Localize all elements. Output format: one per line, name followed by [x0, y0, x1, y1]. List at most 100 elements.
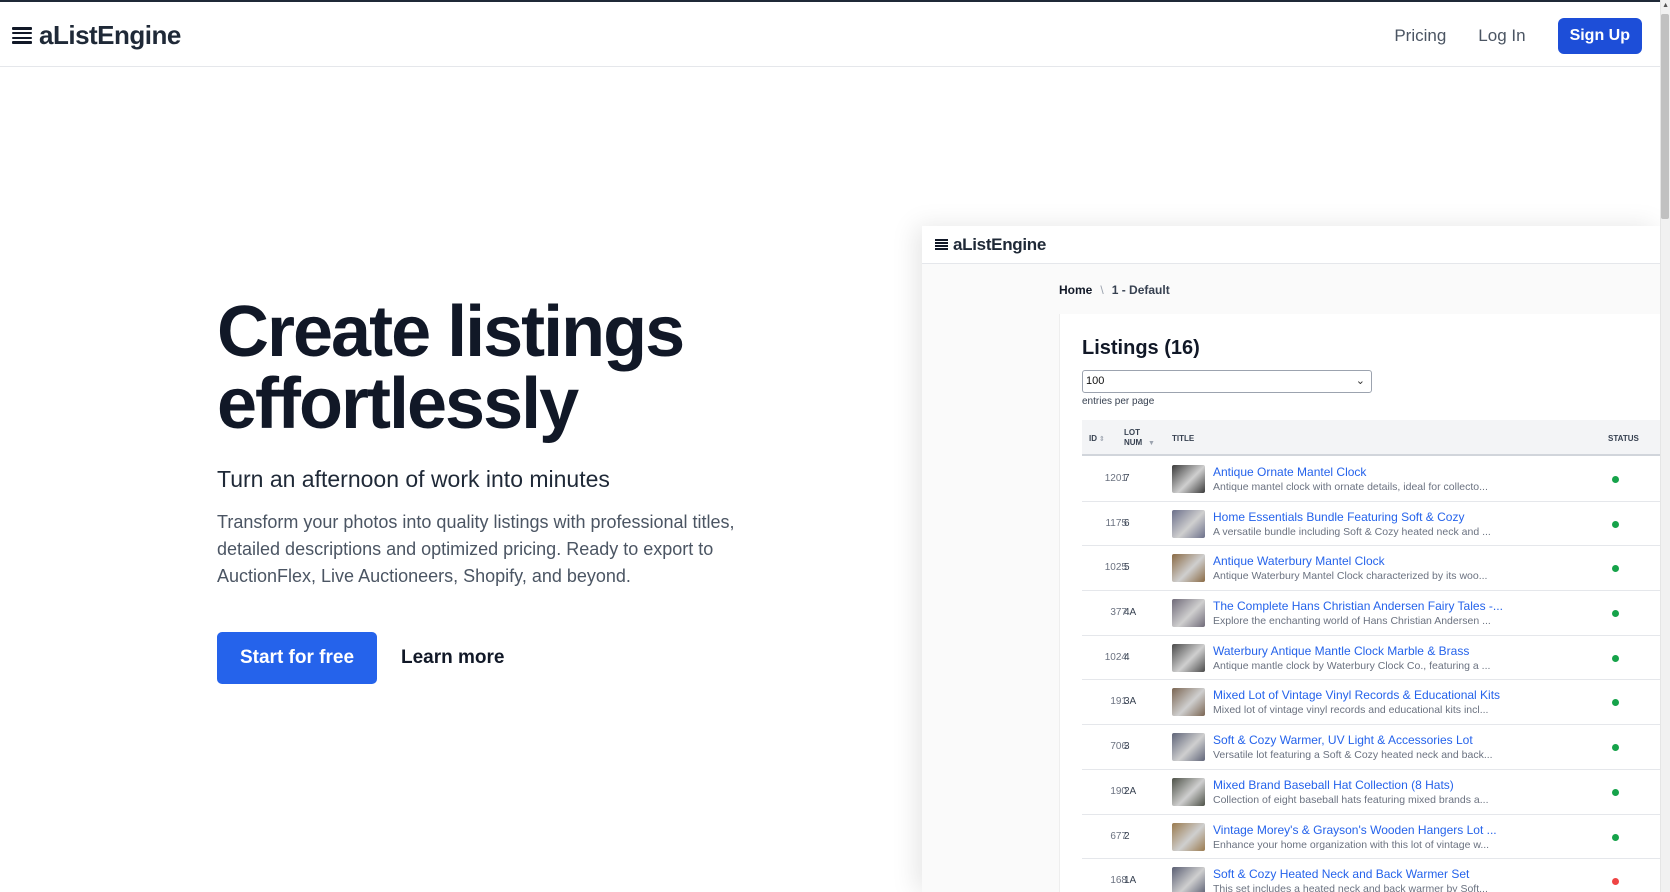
row-description: Antique Waterbury Mantel Clock character… — [1213, 570, 1488, 583]
column-id-label: ID — [1089, 434, 1097, 443]
status-dot-icon — [1612, 610, 1619, 618]
row-lot-num: 1A — [1124, 875, 1137, 887]
table-row[interactable]: 1201 7 Antique Ornate Mantel Clock Antique … — [1082, 457, 1660, 502]
logo-text: aListEngine — [39, 20, 181, 50]
row-title-link[interactable]: Soft & Cozy Warmer, UV Light & Accessori… — [1213, 733, 1473, 747]
row-lot-num: 4 — [1124, 651, 1130, 663]
breadcrumb-home[interactable]: Home — [1059, 283, 1092, 297]
status-dot-icon — [1612, 476, 1619, 483]
row-description: Explore the enchanting world of Hans Chr… — [1213, 615, 1491, 628]
menu-icon — [12, 27, 32, 44]
table-row[interactable]: 706 3 Soft & Cozy Warmer, UV Light & Acces… — [1082, 725, 1660, 770]
entries-select[interactable]: 100 ⌄ — [1082, 370, 1372, 393]
row-title-link[interactable]: Home Essentials Bundle Featuring Soft & … — [1213, 510, 1464, 524]
hero: Create listings effortlessly Turn an aft… — [217, 296, 817, 590]
row-title-link[interactable]: Antique Waterbury Mantel Clock — [1213, 554, 1385, 568]
table-row[interactable]: 190 2A Mixed Brand Baseball Hat Collection… — [1082, 770, 1660, 815]
status-dot-icon — [1612, 833, 1619, 841]
row-title-link[interactable]: Mixed Brand Baseball Hat Collection (8 H… — [1213, 778, 1454, 792]
row-thumbnail[interactable] — [1172, 599, 1205, 628]
row-lot-num: 2 — [1124, 830, 1130, 842]
page-scrollbar[interactable]: ▲ — [1660, 0, 1670, 892]
preview-header: aListEngine — [922, 226, 1660, 264]
column-lot-num[interactable]: LOT NUM ▼ — [1124, 428, 1155, 449]
hero-actions: Start for free Learn more — [217, 632, 504, 684]
row-description: Versatile lot featuring a Soft & Cozy he… — [1213, 749, 1493, 762]
preview-menu-icon — [935, 239, 948, 250]
listings-card: Listings (16) 100 ⌄ entries per page ID ⇕… — [1059, 314, 1660, 892]
table-row[interactable]: 1025 5 Antique Waterbury Mantel Clock Antiq… — [1082, 546, 1660, 592]
row-thumbnail[interactable] — [1172, 733, 1205, 762]
entries-label: entries per page — [1082, 396, 1155, 407]
status-dot-icon — [1612, 520, 1619, 528]
row-thumbnail[interactable] — [1172, 554, 1205, 583]
column-lot-label: LOT NUM — [1124, 428, 1143, 447]
row-thumbnail[interactable] — [1172, 777, 1205, 806]
row-lot-num: 3A — [1124, 696, 1137, 708]
row-lot-num: 4A — [1124, 607, 1137, 619]
scroll-up-icon[interactable]: ▲ — [1662, 2, 1669, 9]
app-preview: aListEngine Home \ 1 - Default Listings … — [922, 226, 1660, 892]
status-dot-icon — [1612, 654, 1619, 662]
table-row[interactable]: 677 2 Vintage Morey's & Grayson's Wooden H… — [1082, 815, 1660, 860]
breadcrumb-current[interactable]: 1 - Default — [1112, 283, 1170, 297]
row-description: Enhance your home organization with this… — [1213, 838, 1490, 851]
row-thumbnail[interactable] — [1172, 509, 1205, 538]
table-header: ID ⇕ LOT NUM ▼ TITLE STATUS — [1082, 420, 1660, 456]
signup-button[interactable]: Sign Up — [1557, 18, 1642, 54]
column-id[interactable]: ID ⇕ — [1089, 434, 1105, 443]
row-lot-num: 6 — [1124, 517, 1130, 529]
row-title-link[interactable]: Antique Ornate Mantel Clock — [1213, 465, 1366, 479]
entries-value: 100 — [1086, 375, 1105, 387]
status-dot-icon — [1612, 565, 1619, 573]
hero-title-line2: effortlessly — [217, 364, 579, 444]
column-status-label: STATUS — [1608, 434, 1639, 443]
row-thumbnail[interactable] — [1172, 643, 1205, 672]
preview-logo-text: aListEngine — [953, 234, 1047, 254]
sort-desc-icon: ▼ — [1148, 440, 1155, 447]
breadcrumb-separator: \ — [1100, 283, 1104, 297]
row-description: Mixed lot of vintage vinyl records and e… — [1213, 704, 1489, 717]
hero-description: Transform your photos into quality listi… — [217, 512, 735, 586]
row-title-link[interactable]: Mixed Lot of Vintage Vinyl Records & Edu… — [1213, 688, 1500, 702]
row-title-link[interactable]: The Complete Hans Christian Andersen Fai… — [1213, 599, 1503, 613]
hero-title: Create listings effortlessly — [217, 296, 817, 440]
nav-links: Pricing Log In Sign Up — [1394, 18, 1642, 54]
row-description: This set includes a heated neck and back… — [1213, 883, 1488, 892]
row-description: A versatile bundle including Soft & Cozy… — [1213, 525, 1491, 538]
learn-more-button[interactable]: Learn more — [401, 647, 504, 669]
sort-icon: ⇕ — [1099, 436, 1105, 443]
navbar: aListEngine Pricing Log In Sign Up — [0, 2, 1660, 67]
start-for-free-button[interactable]: Start for free — [217, 632, 377, 684]
hero-title-line1: Create listings — [217, 292, 685, 372]
column-status[interactable]: STATUS — [1608, 434, 1639, 443]
table-row[interactable]: 1024 4 Waterbury Antique Mantle Clock Marb… — [1082, 636, 1660, 681]
row-thumbnail[interactable] — [1172, 822, 1205, 851]
row-title-link[interactable]: Waterbury Antique Mantle Clock Marble & … — [1213, 644, 1469, 658]
status-dot-icon — [1612, 788, 1619, 796]
chevron-down-icon: ⌄ — [1355, 375, 1365, 387]
breadcrumb: Home \ 1 - Default — [1059, 283, 1170, 297]
pricing-link[interactable]: Pricing — [1394, 26, 1446, 46]
table-row[interactable]: 191 3A Mixed Lot of Vintage Vinyl Records … — [1082, 680, 1660, 726]
row-thumbnail[interactable] — [1172, 867, 1205, 892]
status-dot-icon — [1612, 744, 1619, 752]
row-thumbnail[interactable] — [1172, 465, 1205, 493]
status-dot-icon — [1612, 878, 1619, 886]
status-dot-icon — [1612, 699, 1619, 707]
table-row[interactable]: 1175 6 Home Essentials Bundle Featuring So… — [1082, 502, 1660, 547]
row-lot-num: 7 — [1124, 473, 1130, 484]
login-link[interactable]: Log In — [1478, 26, 1525, 46]
table-row[interactable]: 168 1A Soft & Cozy Heated Neck and Back Wa… — [1082, 859, 1660, 892]
row-description: Antique mantel clock with ornate details… — [1213, 481, 1488, 493]
column-title[interactable]: TITLE — [1172, 434, 1194, 443]
scroll-thumb[interactable] — [1661, 14, 1669, 219]
row-title-link[interactable]: Soft & Cozy Heated Neck and Back Warmer … — [1213, 867, 1469, 881]
column-title-label: TITLE — [1172, 434, 1195, 443]
logo[interactable]: aListEngine — [12, 20, 181, 51]
row-lot-num: 2A — [1124, 785, 1137, 797]
row-thumbnail[interactable] — [1172, 688, 1205, 717]
row-description: Antique mantle clock by Waterbury Clock … — [1213, 659, 1491, 672]
row-title-link[interactable]: Vintage Morey's & Grayson's Wooden Hange… — [1213, 823, 1497, 837]
table-row[interactable]: 377 4A The Complete Hans Christian Anderse… — [1082, 591, 1660, 636]
